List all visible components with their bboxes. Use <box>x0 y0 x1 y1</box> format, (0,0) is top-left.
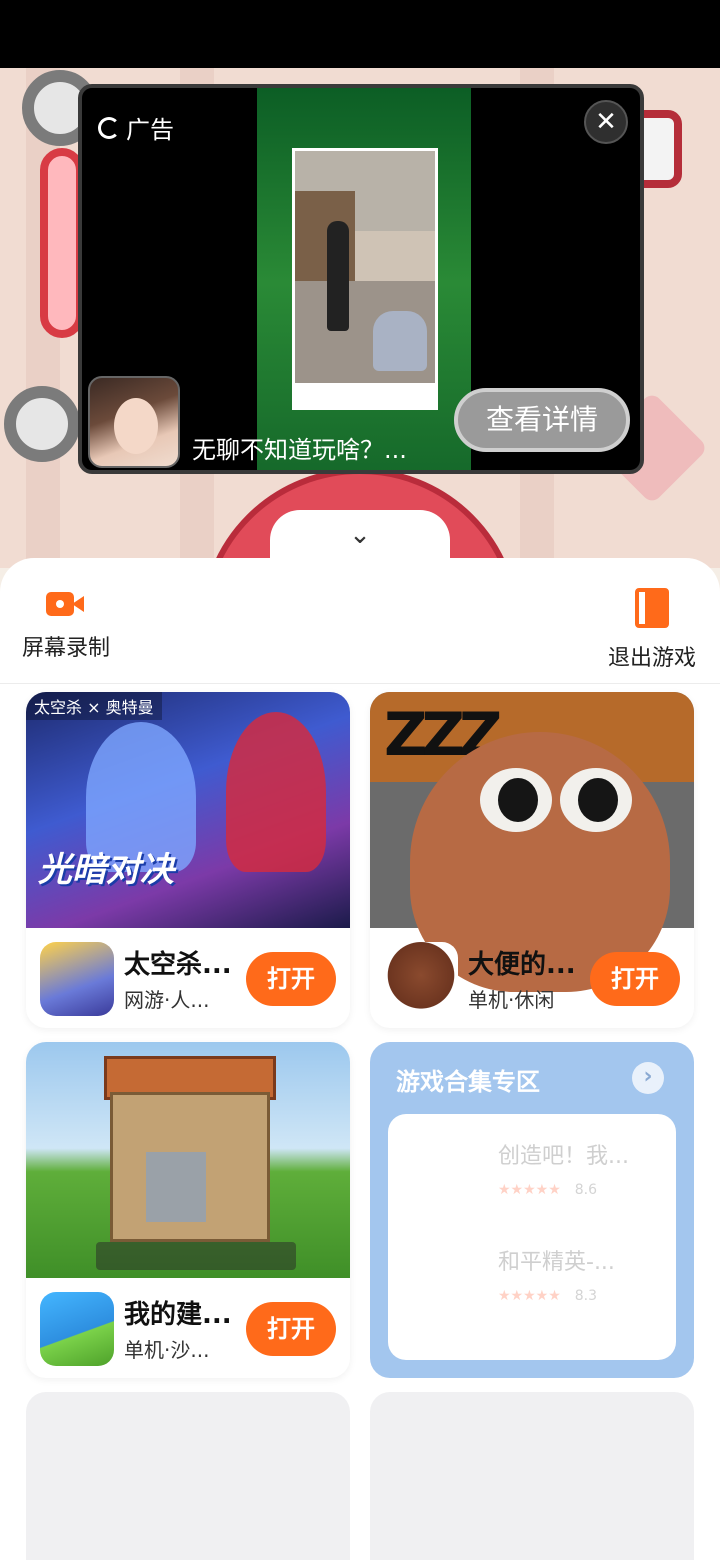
chevron-down-icon: ⌄ <box>349 520 371 550</box>
ad-label-text: 广告 <box>126 116 174 144</box>
game-info: 我的建... 单机·沙... 打开 <box>26 1278 350 1378</box>
space-kill-icon <box>40 942 114 1016</box>
video-camera-icon-lens <box>72 596 84 612</box>
game-name: 大便的... <box>468 950 576 980</box>
rating-score: 8.3 <box>574 1288 598 1304</box>
exit-game-label: 退出游戏 <box>607 646 696 671</box>
game-info: 太空杀... 网游·人... 打开 <box>26 928 350 1028</box>
collection-item-name: 创造吧！我... <box>498 1144 629 1169</box>
game-category: 单机·沙... <box>124 1338 210 1362</box>
ad-logo-icon <box>98 116 120 139</box>
ad-avatar[interactable] <box>88 376 180 468</box>
sheet-actions: 屏幕录制 退出游戏 <box>0 558 720 684</box>
game-info: 大便的... 单机·休闲 打开 <box>370 928 694 1028</box>
ad-label: 广告 <box>98 110 174 145</box>
game-banner[interactable]: ZZZ <box>370 692 694 992</box>
collection-title: 游戏合集专区 <box>396 1068 540 1096</box>
ad-avatar-face <box>114 398 158 454</box>
pou-eye <box>560 768 632 832</box>
builder-icon <box>40 1292 114 1366</box>
game-category: 单机·休闲 <box>468 988 555 1012</box>
game-banner[interactable] <box>26 1042 350 1278</box>
exit-door-icon <box>634 588 669 628</box>
open-button[interactable]: 打开 <box>590 952 680 1006</box>
open-button[interactable]: 打开 <box>246 952 336 1006</box>
exit-door-icon-panel <box>644 588 665 628</box>
screen-record-button[interactable]: 屏幕录制 <box>22 588 110 662</box>
ad-scene-caption <box>295 383 435 407</box>
ad-scene-man <box>327 221 349 331</box>
bg-ring <box>4 386 80 462</box>
banner-tag: 太空杀 × 奥特曼 <box>26 692 162 720</box>
collection-item-name: 和平精英-... <box>498 1250 615 1275</box>
game-card[interactable]: ZZZ 大便的... 单机·休闲 打开 <box>370 692 694 1028</box>
pou-icon <box>384 942 458 1016</box>
loading-card-placeholder <box>26 1392 350 1560</box>
rating-score: 8.6 <box>574 1182 598 1198</box>
banner-hero <box>226 712 326 872</box>
collection-list: 创造吧！我... ★★★★★ 8.6 和平精英-... ★★★★★ 8.3 <box>388 1114 676 1360</box>
open-button[interactable]: 打开 <box>246 1302 336 1356</box>
game-banner[interactable]: 太空杀 × 奥特曼 光暗对决 <box>26 692 350 928</box>
exit-game-button[interactable]: 退出游戏 <box>608 588 696 672</box>
ad-scene-woman <box>373 311 427 371</box>
close-icon[interactable]: ✕ <box>584 100 628 144</box>
collection-item[interactable]: 和平精英-... ★★★★★ 8.3 <box>498 1244 615 1304</box>
game-name: 我的建... <box>124 1300 232 1330</box>
view-details-button[interactable]: 查看详情 <box>454 388 630 452</box>
game-menu-sheet: 屏幕录制 退出游戏 太空杀 × 奥特曼 光暗对决 太空杀... 网游·人... … <box>0 558 720 1560</box>
banner-hotbar <box>96 1242 296 1270</box>
game-card[interactable]: 我的建... 单机·沙... 打开 <box>26 1042 350 1378</box>
rating-stars: ★★★★★ 8.3 <box>498 1288 615 1304</box>
screen-record-label: 屏幕录制 <box>22 636 111 661</box>
ad-banner[interactable]: 广告 ✕ 无聊不知道玩啥？... 查看详情 <box>78 84 644 474</box>
video-camera-icon <box>46 588 86 618</box>
banner-house-door <box>146 1152 206 1222</box>
pou-eye <box>480 768 552 832</box>
game-name: 太空杀... <box>124 950 232 980</box>
chevron-right-icon[interactable]: › <box>632 1062 664 1094</box>
rating-stars-icons: ★★★★★ <box>498 1288 561 1304</box>
loading-card-placeholder <box>370 1392 694 1560</box>
video-camera-icon-dot <box>56 600 64 608</box>
game-card[interactable]: 太空杀 × 奥特曼 光暗对决 太空杀... 网游·人... 打开 <box>26 692 350 1028</box>
collection-item[interactable]: 创造吧！我... ★★★★★ 8.6 <box>498 1138 629 1198</box>
game-category: 网游·人... <box>124 988 210 1012</box>
ad-headline[interactable]: 无聊不知道玩啥？... <box>192 430 407 465</box>
status-bar <box>0 0 720 68</box>
ad-video-frame <box>292 148 438 410</box>
rating-stars-icons: ★★★★★ <box>498 1182 561 1198</box>
game-collection-card[interactable]: 游戏合集专区 › 创造吧！我... ★★★★★ 8.6 和平精英-... ★★★★… <box>370 1042 694 1378</box>
rating-stars: ★★★★★ 8.6 <box>498 1182 629 1198</box>
banner-title: 光暗对决 <box>38 850 174 890</box>
